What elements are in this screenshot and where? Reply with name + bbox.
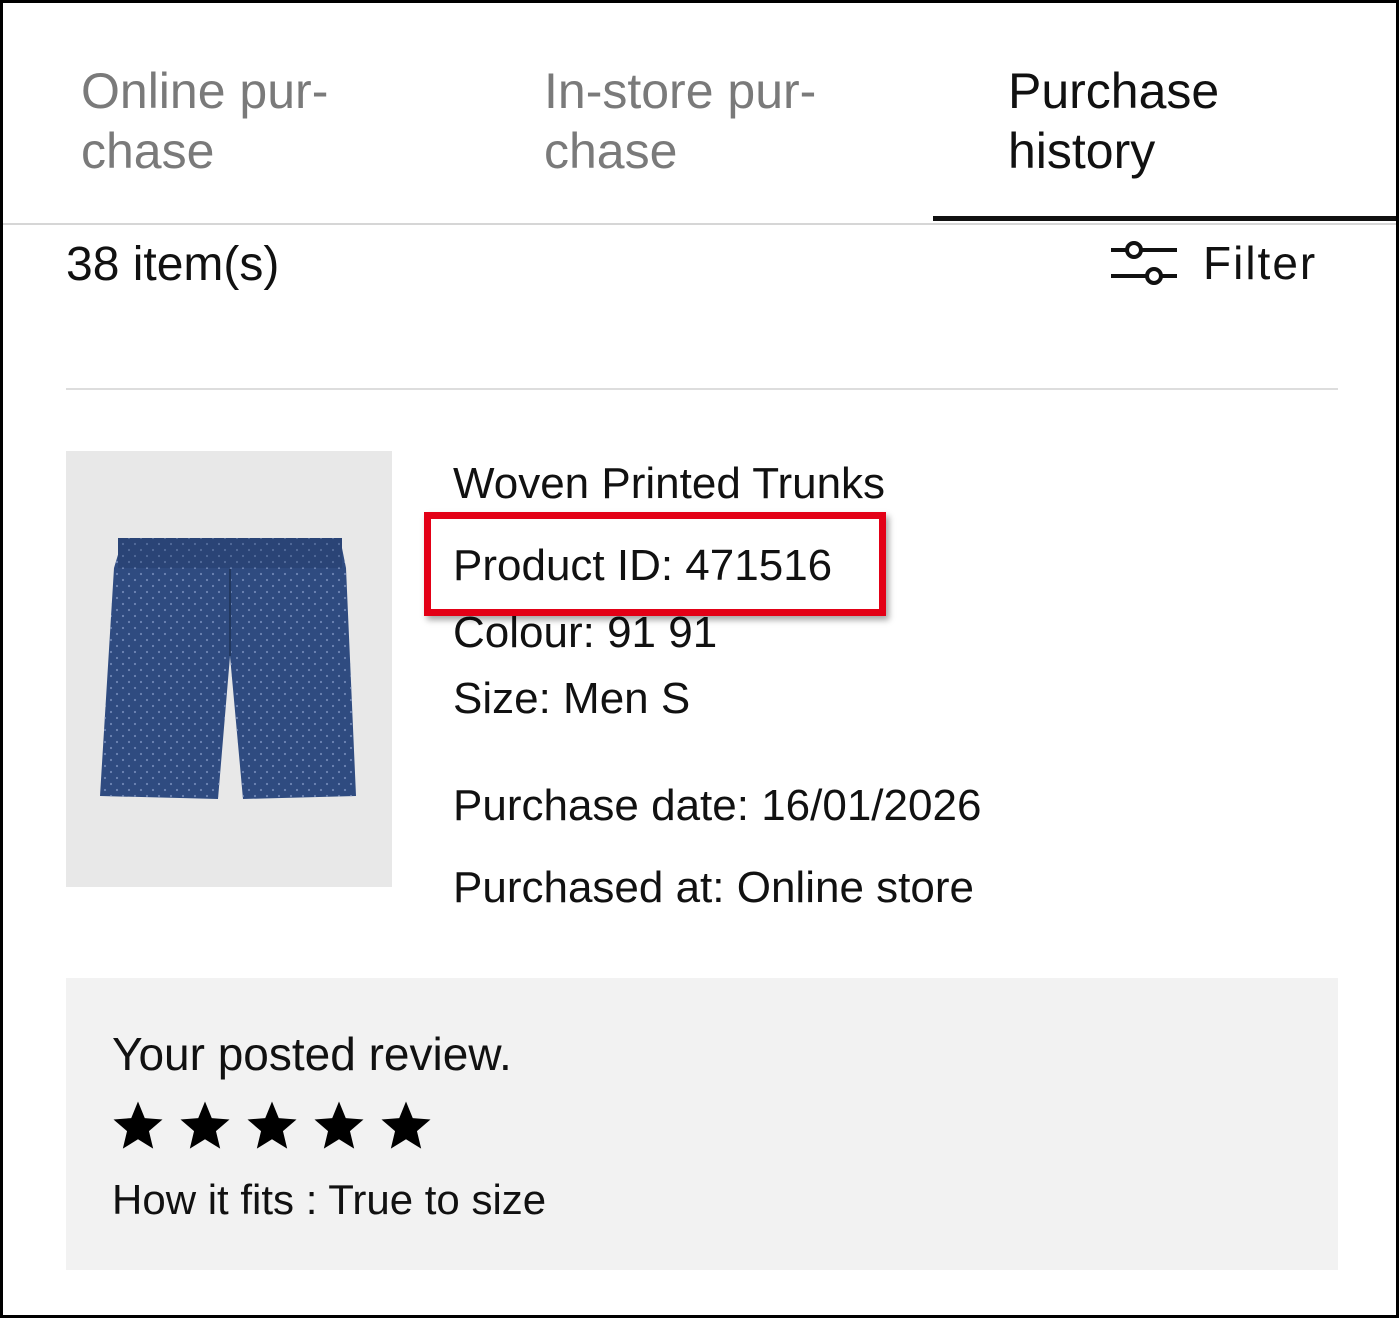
tab-bar: Online pur- chase In-store pur- chase Pu… bbox=[3, 3, 1396, 225]
product-image[interactable] bbox=[66, 451, 392, 887]
tab-in-store-purchase[interactable]: In-store pur- chase bbox=[544, 61, 874, 181]
sliders-icon bbox=[1111, 241, 1177, 285]
filter-label: Filter bbox=[1203, 237, 1318, 289]
star-icon bbox=[180, 1101, 230, 1149]
filter-button[interactable]: Filter bbox=[1109, 233, 1317, 293]
fit-rating: How it fits : True to size bbox=[112, 1176, 547, 1223]
star-icon bbox=[314, 1101, 364, 1149]
purchased-at: Purchased at: Online store bbox=[453, 863, 974, 912]
star-icon bbox=[247, 1101, 297, 1149]
star-rating bbox=[110, 1098, 445, 1154]
product-id-highlight-box bbox=[424, 512, 886, 616]
review-title: Your posted review. bbox=[112, 1028, 512, 1080]
tab-purchase-history[interactable]: Purchase history bbox=[1008, 61, 1308, 181]
item-count: 38 item(s) bbox=[66, 238, 280, 291]
active-tab-indicator bbox=[933, 216, 1396, 221]
purchase-date: Purchase date: 16/01/2026 bbox=[453, 781, 982, 830]
purchase-history-screen: Online pur- chase In-store pur- chase Pu… bbox=[0, 0, 1399, 1318]
product-size: Size: Men S bbox=[453, 674, 691, 723]
tab-online-purchase[interactable]: Online pur- chase bbox=[81, 61, 401, 181]
posted-review: Your posted review. How it fits : True t… bbox=[66, 978, 1338, 1270]
trunks-image bbox=[100, 538, 356, 799]
list-divider bbox=[66, 388, 1338, 390]
star-icon bbox=[381, 1101, 431, 1149]
product-name[interactable]: Woven Printed Trunks bbox=[453, 457, 885, 511]
star-icon bbox=[113, 1101, 163, 1149]
